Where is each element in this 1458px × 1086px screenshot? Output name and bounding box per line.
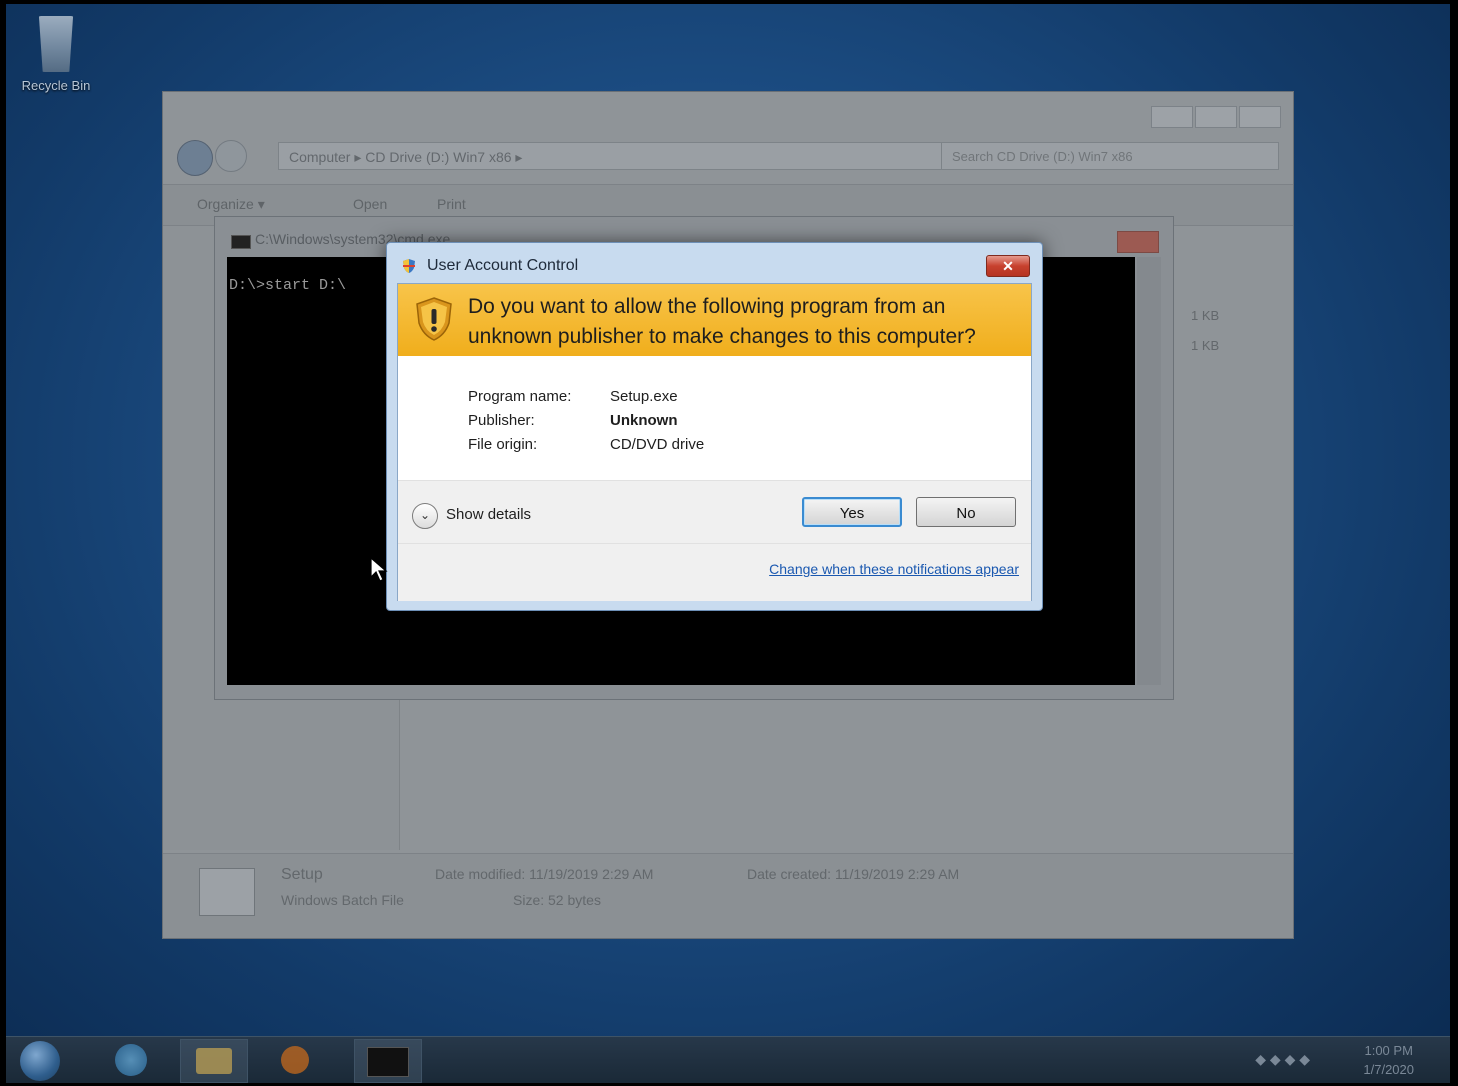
search-placeholder: Search CD Drive (D:) Win7 x86 <box>952 149 1133 164</box>
recycle-bin-icon <box>38 16 74 72</box>
print-button: Print <box>437 196 466 212</box>
uac-footer: ⌄ Show details Yes No Change when these … <box>398 480 1031 601</box>
detail-file-type: Windows Batch File <box>281 892 404 908</box>
media-player-icon <box>262 1039 328 1081</box>
console-prompt: D:\>start D:\ <box>229 277 347 294</box>
console-scrollbar <box>1137 257 1161 685</box>
explorer-taskbar-icon <box>180 1039 248 1083</box>
maximize-icon <box>1195 106 1237 128</box>
internet-explorer-icon <box>98 1039 164 1081</box>
taskbar: ◆ ◆ ◆ ◆ 1:00 PM 1/7/2020 <box>6 1036 1450 1083</box>
detail-file-name: Setup <box>281 866 323 883</box>
breadcrumb: Computer ▸ CD Drive (D:) Win7 x86 ▸ <box>289 149 523 165</box>
clock-date: 1/7/2020 <box>1363 1062 1414 1077</box>
publisher-value: Unknown <box>610 412 678 429</box>
detail-size: Size: 52 bytes <box>513 892 601 908</box>
back-arrow-icon <box>177 140 213 176</box>
mouse-cursor-icon <box>370 557 388 582</box>
chevron-down-icon: ⌄ <box>419 508 431 522</box>
batch-file-icon <box>199 868 255 916</box>
tray-icons: ◆ ◆ ◆ ◆ <box>1255 1051 1310 1067</box>
close-icon <box>1117 231 1159 253</box>
detail-date-created: Date created: 11/19/2019 2:29 AM <box>747 866 960 882</box>
file-origin-label: File origin: <box>468 436 538 453</box>
file-size: 1 KB <box>1191 308 1220 323</box>
uac-question: Do you want to allow the following progr… <box>468 295 976 348</box>
uac-title: User Account Control <box>427 257 579 274</box>
clock: 1:00 PM 1/7/2020 <box>1363 1041 1414 1079</box>
close-button[interactable]: ✕ <box>986 255 1030 277</box>
recycle-bin-shortcut[interactable]: Recycle Bin <box>16 16 96 93</box>
screen: Recycle Bin Computer ▸ CD Drive (D:) Win… <box>0 0 1458 1086</box>
uac-content: Do you want to allow the following progr… <box>397 283 1032 601</box>
show-details-label[interactable]: Show details <box>446 506 531 523</box>
program-name-value: Setup.exe <box>610 388 678 405</box>
uac-title-bar: User Account Control ✕ <box>387 243 1042 283</box>
show-details-toggle[interactable]: ⌄ <box>412 503 438 529</box>
close-icon: ✕ <box>1002 258 1014 274</box>
organize-menu: Organize ▾ <box>197 196 265 212</box>
open-button: Open <box>353 196 388 212</box>
uac-warning-banner: Do you want to allow the following progr… <box>398 284 1031 356</box>
footer-divider <box>398 543 1031 544</box>
program-name-label: Program name: <box>468 388 572 405</box>
file-origin-value: CD/DVD drive <box>610 436 705 453</box>
forward-arrow-icon <box>215 140 247 172</box>
console-icon <box>231 235 251 249</box>
explorer-caption-buttons <box>1151 106 1281 128</box>
search-box: Search CD Drive (D:) Win7 x86 <box>941 142 1279 170</box>
close-icon <box>1239 106 1281 128</box>
warning-shield-icon <box>416 297 452 341</box>
uac-dialog: User Account Control ✕ Do you want to al… <box>386 242 1043 611</box>
details-pane: Setup Windows Batch File Date modified: … <box>163 853 1293 938</box>
detail-date-modified: Date modified: 11/19/2019 2:29 AM <box>435 866 654 882</box>
recycle-bin-label: Recycle Bin <box>21 78 91 93</box>
yes-button[interactable]: Yes <box>802 497 902 527</box>
system-tray: ◆ ◆ ◆ ◆ <box>1255 1051 1310 1068</box>
notification-settings-link[interactable]: Change when these notifications appear <box>769 561 1019 577</box>
start-button <box>20 1041 60 1081</box>
clock-time: 1:00 PM <box>1364 1043 1413 1058</box>
minimize-icon <box>1151 106 1193 128</box>
no-button[interactable]: No <box>916 497 1016 527</box>
file-size: 1 KB <box>1191 338 1220 353</box>
uac-shield-icon <box>403 259 415 273</box>
console-taskbar-icon <box>354 1039 422 1083</box>
publisher-label: Publisher: <box>468 412 535 429</box>
